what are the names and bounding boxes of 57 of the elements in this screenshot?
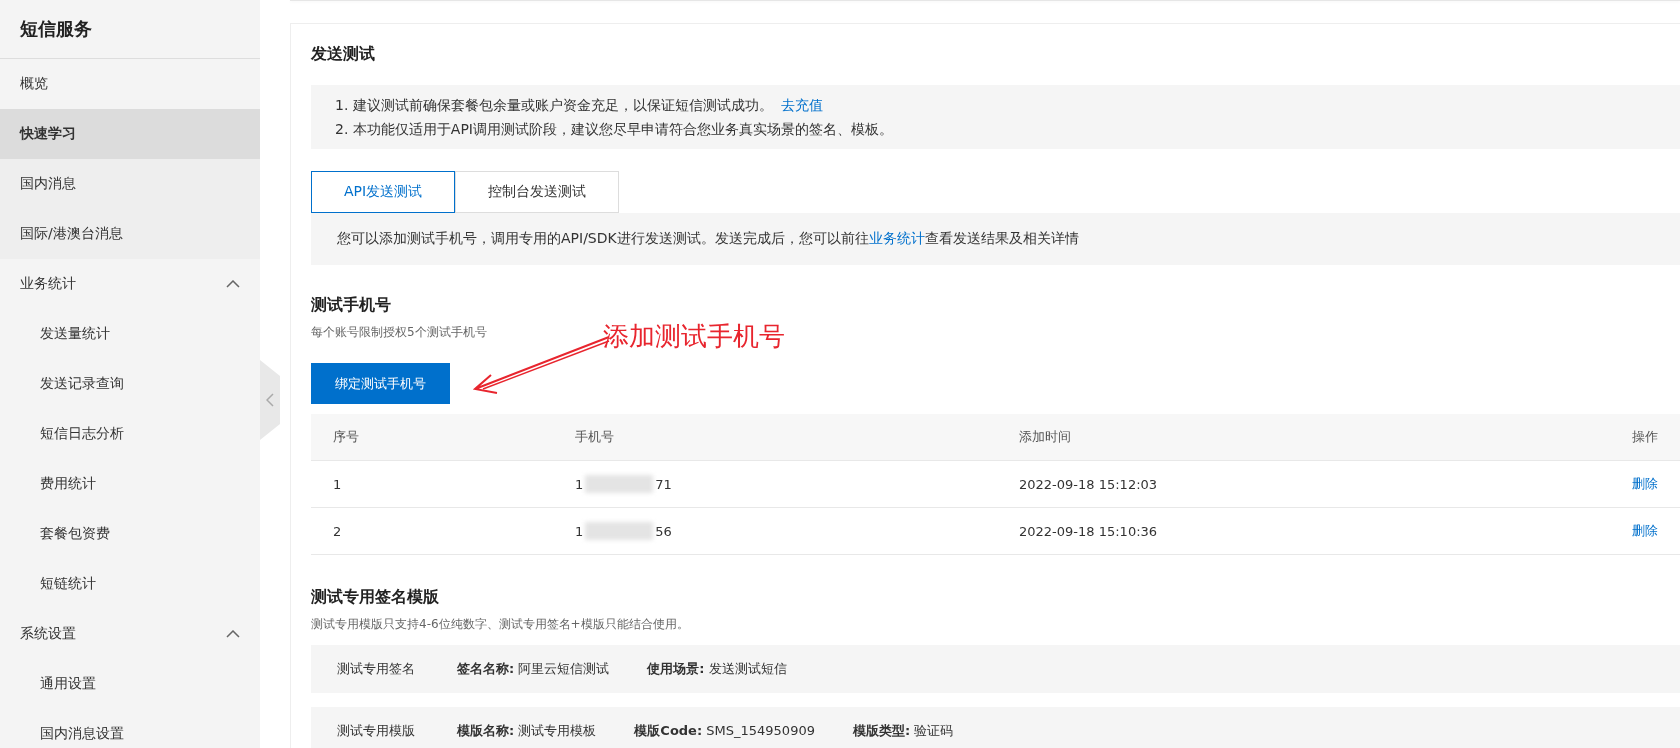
column-header: 操作 [1632, 428, 1659, 446]
notice-text: 2. 本功能仅适用于API调用测试阶段，建议您尽早申请符合您业务真实场景的签名、模板。 [335, 121, 893, 137]
column-header: 序号 [333, 428, 360, 446]
section-subtitle: 测试专用模版只支持4-6位纯数字、测试专用签名+模版只能结合使用。 [311, 616, 689, 633]
field-text: 模版类型: 验证码 [852, 722, 954, 740]
recharge-link[interactable]: 去充值 [780, 97, 823, 113]
sidebar-item[interactable]: 通用设置 [0, 659, 260, 709]
sidebar-group[interactable]: 系统设置 [0, 609, 260, 659]
table-cell-text: 2022-09-18 15:10:36 [1019, 523, 1159, 539]
chevron-icon [226, 280, 240, 288]
sidebar-item[interactable]: 短信日志分析 [0, 409, 260, 459]
field-text: 模版名称: 测试专用模板 [457, 722, 597, 740]
field-text: 签名名称: 阿里云短信测试 [457, 660, 610, 678]
row-label: 测试专用签名 [337, 660, 416, 678]
sidebar-item[interactable]: 国际/港澳台消息 [0, 209, 260, 259]
bind-phone-button[interactable]: 绑定测试手机号 [311, 363, 450, 404]
sidebar-item[interactable]: 国内消息设置 [0, 709, 260, 748]
table-cell-text: 2022-09-18 15:12:03 [1019, 476, 1159, 492]
field-text: 使用场景: 发送测试短信 [647, 660, 787, 678]
section-subtitle: 每个账号限制授权5个测试手机号 [311, 324, 487, 341]
statistics-link[interactable]: 业务统计 [868, 230, 925, 246]
delete-link[interactable]: 删除 [1632, 522, 1680, 540]
redaction-blur [585, 475, 654, 493]
sidebar-item[interactable]: 国内消息 [0, 159, 260, 209]
sidebar-title: 短信服务 [0, 0, 260, 59]
annotation-text: 添加测试手机号 [603, 320, 785, 353]
group-label: 业务统计 [20, 275, 76, 293]
row-label: 测试专用模版 [337, 722, 416, 740]
chevron-left-icon [266, 393, 274, 407]
info-text: 您可以添加测试手机号，调用专用的API/SDK进行发送测试。发送完成后，您可以前往业务统计查看发送结果及相关详情 [311, 213, 1680, 265]
chevron-icon [226, 630, 240, 638]
table-cell-text: 2 [333, 523, 343, 539]
column-header: 手机号 [575, 428, 615, 446]
section-title: 测试手机号 [311, 295, 392, 316]
sidebar-item[interactable]: 费用统计 [0, 459, 260, 509]
notice-text: 1. 建议测试前确保套餐包余量或账户资金充足，以保证短信测试成功。 [335, 97, 773, 113]
sidebar-item[interactable]: 发送量统计 [0, 309, 260, 359]
table-cell-text: 1 [333, 476, 343, 492]
redaction-blur [585, 522, 654, 540]
sidebar-item[interactable]: 概览 [0, 59, 260, 109]
phone-suffix: 56 [655, 523, 672, 539]
phone-prefix: 1 [575, 523, 584, 539]
section-title: 测试专用签名模版 [311, 587, 440, 608]
section-title: 发送测试 [311, 44, 376, 65]
delete-link[interactable]: 删除 [1632, 475, 1680, 493]
sidebar-item[interactable]: 发送记录查询 [0, 359, 260, 409]
phone-prefix: 1 [575, 476, 584, 492]
sidebar-item[interactable]: 套餐包资费 [0, 509, 260, 559]
sidebar-item[interactable]: 短链统计 [0, 559, 260, 609]
tab[interactable]: 控制台发送测试 [455, 171, 620, 213]
sidebar-group[interactable]: 业务统计 [0, 259, 260, 309]
phone-suffix: 71 [655, 476, 672, 492]
column-header: 添加时间 [1019, 428, 1072, 446]
group-label: 系统设置 [20, 625, 76, 643]
sidebar-item[interactable]: 快速学习 [0, 109, 260, 159]
tab[interactable]: API发送测试 [311, 171, 456, 213]
field-text: 模版Code: SMS_154950909 [634, 722, 815, 740]
